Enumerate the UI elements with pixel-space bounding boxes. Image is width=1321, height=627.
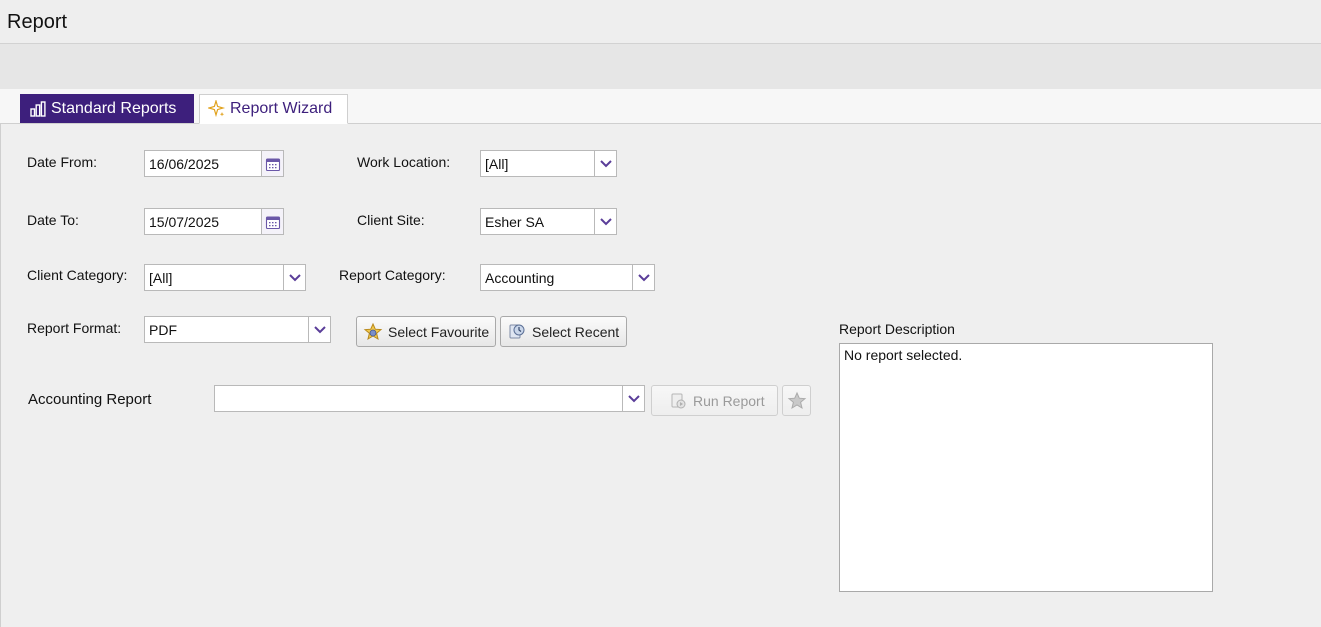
chevron-down-icon <box>627 394 640 402</box>
chevron-down-icon <box>288 273 301 281</box>
sparkle-icon <box>208 100 226 118</box>
select-recent-label: Select Recent <box>532 323 620 340</box>
favourite-star-icon <box>363 322 383 342</box>
bar-chart-icon <box>29 100 47 118</box>
client-site-label: Client Site: <box>357 212 425 228</box>
report-format-dropdown-button[interactable] <box>308 317 330 342</box>
select-recent-button[interactable]: Select Recent <box>500 316 627 347</box>
page-title: Report <box>7 11 68 33</box>
client-category-label: Client Category: <box>27 267 128 283</box>
client-site-value: Esher SA <box>485 213 545 230</box>
date-to-label: Date To: <box>27 212 79 228</box>
header-band <box>0 44 1321 89</box>
run-report-button[interactable]: Run Report <box>651 385 778 416</box>
date-to-value: 15/07/2025 <box>149 213 220 230</box>
date-to-field[interactable]: 15/07/2025 <box>144 208 284 235</box>
date-from-label: Date From: <box>27 154 98 170</box>
date-to-calendar-button[interactable] <box>261 209 283 234</box>
client-site-select[interactable]: Esher SA <box>480 208 617 235</box>
accounting-report-dropdown-button[interactable] <box>622 386 644 411</box>
report-category-dropdown-button[interactable] <box>632 265 654 290</box>
tab-label: Report Wizard <box>230 100 333 117</box>
report-category-label: Report Category: <box>339 267 446 283</box>
run-report-icon <box>668 391 688 411</box>
client-site-dropdown-button[interactable] <box>594 209 616 234</box>
work-location-dropdown-button[interactable] <box>594 151 616 176</box>
chevron-down-icon <box>599 217 612 225</box>
date-from-calendar-button[interactable] <box>261 151 283 176</box>
accounting-report-select[interactable] <box>214 385 645 412</box>
report-description-box: No report selected. <box>839 343 1213 592</box>
work-location-value: [All] <box>485 155 509 172</box>
work-location-label: Work Location: <box>357 154 451 170</box>
work-location-select[interactable]: [All] <box>480 150 617 177</box>
client-category-value: [All] <box>149 269 173 286</box>
title-bar: Report <box>0 0 1321 44</box>
report-format-label: Report Format: <box>27 320 122 336</box>
accounting-report-label: Accounting Report <box>28 391 152 408</box>
add-favourite-button[interactable] <box>782 385 811 416</box>
chevron-down-icon <box>637 273 650 281</box>
report-description-text: No report selected. <box>844 347 963 363</box>
chevron-down-icon <box>599 159 612 167</box>
date-from-field[interactable]: 16/06/2025 <box>144 150 284 177</box>
client-category-dropdown-button[interactable] <box>283 265 305 290</box>
select-favourite-label: Select Favourite <box>388 323 490 340</box>
star-icon <box>787 391 807 409</box>
report-format-value: PDF <box>149 321 177 338</box>
calendar-icon <box>265 157 280 171</box>
report-description-label: Report Description <box>839 321 955 337</box>
tab-standard-reports[interactable]: Standard Reports <box>20 94 194 123</box>
report-category-select[interactable]: Accounting <box>480 264 655 291</box>
client-category-select[interactable]: [All] <box>144 264 306 291</box>
tab-report-wizard[interactable]: Report Wizard <box>199 94 348 124</box>
report-format-select[interactable]: PDF <box>144 316 331 343</box>
select-favourite-button[interactable]: Select Favourite <box>356 316 496 347</box>
calendar-icon <box>265 215 280 229</box>
report-category-value: Accounting <box>485 269 555 286</box>
recent-history-icon <box>507 322 527 342</box>
chevron-down-icon <box>313 325 326 333</box>
date-from-value: 16/06/2025 <box>149 155 220 172</box>
tab-label: Standard Reports <box>51 99 177 117</box>
run-report-label: Run Report <box>693 392 765 409</box>
